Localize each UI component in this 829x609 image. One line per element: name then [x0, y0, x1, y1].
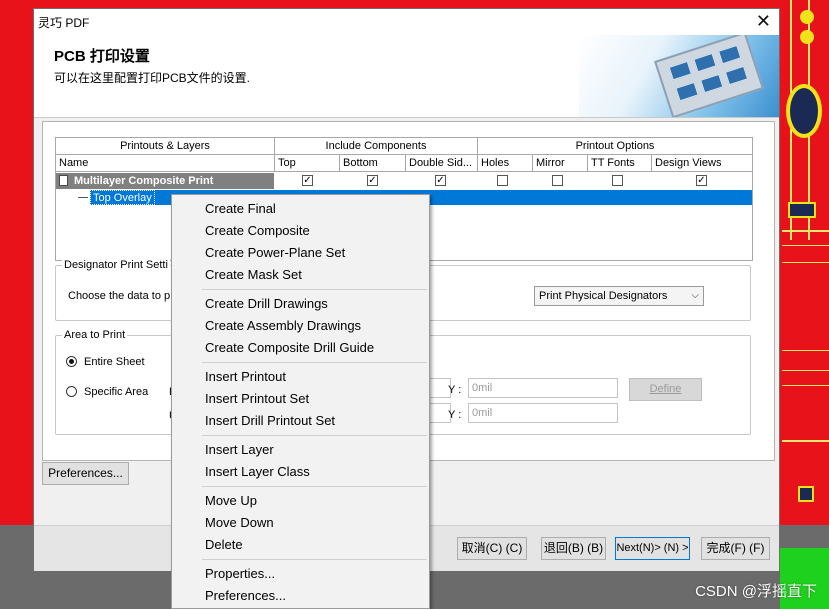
chip-shape	[718, 44, 742, 65]
pcb-trace	[782, 385, 829, 386]
menu-item-create-composite-drill-guide[interactable]: Create Composite Drill Guide	[205, 340, 374, 355]
menu-item-move-down[interactable]: Move Down	[205, 515, 274, 530]
close-icon[interactable]: ✕	[756, 11, 771, 31]
pcb-pad-square	[798, 486, 814, 502]
y1-label: Y :	[448, 384, 462, 396]
wizard-header: PCB 打印设置 可以在这里配置打印PCB文件的设置.	[34, 35, 779, 118]
menu-item-create-assembly-drawings[interactable]: Create Assembly Drawings	[205, 318, 361, 333]
layer-name-label: Top Overlay	[90, 190, 155, 205]
col-header-holes[interactable]: Holes	[478, 155, 533, 172]
context-menu: Create Final Create Composite Create Pow…	[171, 194, 430, 609]
chip-shape	[700, 73, 724, 94]
menu-item-delete[interactable]: Delete	[205, 537, 243, 552]
designator-selected-value: Print Physical Designators	[539, 290, 668, 302]
app-title: 灵巧 PDF	[38, 16, 90, 30]
pcb-pad	[800, 10, 814, 24]
page-subtitle: 可以在这里配置打印PCB文件的设置.	[54, 71, 251, 85]
designator-prompt-label: Choose the data to p	[68, 290, 171, 302]
menu-item-insert-layer[interactable]: Insert Layer	[205, 442, 274, 457]
menu-separator	[202, 289, 427, 290]
define-button[interactable]: Define	[629, 378, 702, 401]
menu-item-preferences[interactable]: Preferences...	[205, 588, 286, 603]
pcb-trace	[782, 245, 829, 246]
checkbox-top[interactable]: ✓	[302, 175, 313, 186]
designator-group-legend: Designator Print Setti	[62, 259, 170, 271]
csdn-watermark: CSDN @浮摇直下	[695, 583, 817, 600]
col-header-tt-fonts[interactable]: TT Fonts	[588, 155, 652, 172]
menu-item-create-final[interactable]: Create Final	[205, 201, 276, 216]
radio-specific-area[interactable]	[66, 386, 77, 397]
pcb-trace	[782, 350, 829, 351]
pcb-component	[788, 202, 816, 218]
pcb-trace	[782, 440, 829, 442]
menu-item-create-drill-drawings[interactable]: Create Drill Drawings	[205, 296, 328, 311]
menu-separator	[202, 362, 427, 363]
checkbox-mirror[interactable]	[552, 175, 563, 186]
col-header-name[interactable]: Name	[56, 155, 275, 172]
group-header-options: Printout Options	[478, 138, 752, 155]
pcb-trace	[782, 262, 829, 263]
col-header-top[interactable]: Top	[275, 155, 340, 172]
y2-label: Y :	[448, 409, 462, 421]
chip-shape	[693, 52, 717, 73]
specific-area-label[interactable]: Specific Area	[84, 386, 148, 398]
menu-separator	[202, 559, 427, 560]
next-button[interactable]: Next(N)> (N) >	[615, 537, 690, 560]
pcb-illustration-icon	[654, 35, 764, 117]
checkbox-tt-fonts[interactable]	[612, 175, 623, 186]
finish-button[interactable]: 完成(F) (F)	[701, 537, 770, 560]
page-title: PCB 打印设置	[54, 48, 150, 65]
checkbox-holes[interactable]	[497, 175, 508, 186]
menu-item-insert-layer-class[interactable]: Insert Layer Class	[205, 464, 310, 479]
pcb-pad	[800, 30, 814, 44]
checkbox-double-sided[interactable]: ✓	[435, 175, 446, 186]
chip-shape	[668, 60, 692, 81]
group-header-printouts: Printouts & Layers	[56, 138, 275, 155]
menu-item-insert-printout-set[interactable]: Insert Printout Set	[205, 391, 309, 406]
header-banner-image	[579, 35, 779, 117]
document-icon	[59, 175, 68, 186]
pcb-trace	[782, 370, 829, 371]
back-button[interactable]: 退回(B) (B)	[541, 537, 606, 560]
title-bar: 灵巧 PDF ✕	[34, 9, 779, 35]
designator-select[interactable]: Print Physical Designators ⌵	[534, 286, 704, 306]
chip-shape	[675, 81, 699, 102]
radio-entire-sheet[interactable]	[66, 356, 77, 367]
area-group-legend: Area to Print	[62, 329, 128, 341]
checkbox-design-views[interactable]: ✓	[696, 175, 707, 186]
y2-field[interactable]: 0mil	[468, 403, 618, 423]
menu-item-properties[interactable]: Properties...	[205, 566, 275, 581]
menu-item-move-up[interactable]: Move Up	[205, 493, 257, 508]
chevron-down-icon: ⌵	[691, 290, 699, 301]
menu-item-create-power-plane-set[interactable]: Create Power-Plane Set	[205, 245, 345, 260]
menu-separator	[202, 486, 427, 487]
pcb-component	[786, 84, 822, 138]
menu-item-create-mask-set[interactable]: Create Mask Set	[205, 267, 302, 282]
checkbox-bottom[interactable]: ✓	[367, 175, 378, 186]
group-header-components: Include Components	[275, 138, 478, 155]
menu-item-create-composite[interactable]: Create Composite	[205, 223, 310, 238]
col-header-design-views[interactable]: Design Views	[652, 155, 752, 172]
menu-item-insert-drill-printout-set[interactable]: Insert Drill Printout Set	[205, 413, 335, 428]
cancel-button[interactable]: 取消(C) (C)	[457, 537, 527, 560]
col-header-bottom[interactable]: Bottom	[340, 155, 406, 172]
col-header-double-sided[interactable]: Double Sid...	[406, 155, 478, 172]
tree-connector-line	[78, 197, 88, 198]
col-header-mirror[interactable]: Mirror	[533, 155, 588, 172]
preferences-button[interactable]: Preferences...	[42, 462, 129, 485]
y1-field[interactable]: 0mil	[468, 378, 618, 398]
printout-row-name[interactable]: Multilayer Composite Print	[56, 173, 274, 189]
entire-sheet-label[interactable]: Entire Sheet	[84, 356, 145, 368]
menu-item-insert-printout[interactable]: Insert Printout	[205, 369, 286, 384]
pcb-trace	[782, 230, 829, 232]
printout-name-label: Multilayer Composite Print	[74, 175, 214, 187]
chip-shape	[724, 65, 749, 86]
menu-separator	[202, 435, 427, 436]
